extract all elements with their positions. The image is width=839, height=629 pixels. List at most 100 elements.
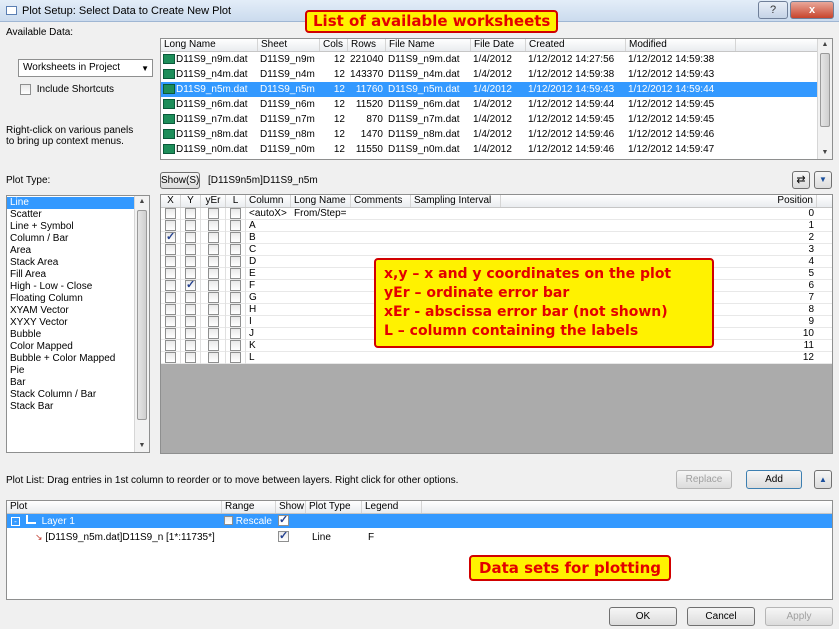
ws-header-cell[interactable]: File Date — [471, 39, 526, 51]
y-checkbox[interactable] — [185, 328, 196, 339]
rescale-checkbox[interactable] — [224, 516, 233, 526]
x-checkbox[interactable] — [165, 352, 176, 363]
y-checkbox[interactable] — [185, 256, 196, 267]
column-row[interactable]: <autoX> From/Step= 0 — [161, 207, 832, 220]
ws-header-cell[interactable]: Long Name — [161, 39, 258, 51]
plot-list-header-cell[interactable]: Show — [276, 501, 306, 513]
yer-checkbox[interactable] — [207, 352, 219, 363]
column-check-cell[interactable] — [226, 327, 246, 340]
yer-checkbox[interactable] — [207, 280, 219, 291]
yer-checkbox[interactable] — [207, 328, 219, 339]
y-checkbox[interactable] — [185, 244, 196, 255]
column-check-cell[interactable] — [201, 243, 226, 256]
column-header-cell[interactable]: yEr — [201, 195, 226, 207]
plot-type-item[interactable]: XYXY Vector — [7, 317, 149, 329]
swap-icon[interactable]: ⇄ — [792, 171, 810, 189]
column-check-cell[interactable] — [201, 231, 226, 244]
column-check-cell[interactable] — [161, 291, 181, 304]
data-source-select[interactable]: Worksheets in Project ▼ — [18, 59, 153, 77]
ws-header-cell[interactable]: Sheet — [258, 39, 320, 51]
collapse-tree-icon[interactable]: - — [11, 517, 20, 526]
column-check-cell[interactable] — [181, 231, 201, 244]
column-check-cell[interactable] — [161, 351, 181, 364]
plot-type-item[interactable]: Floating Column — [7, 293, 149, 305]
column-check-cell[interactable] — [201, 279, 226, 292]
column-check-cell[interactable] — [226, 279, 246, 292]
y-checkbox[interactable] — [185, 292, 196, 303]
l-checkbox[interactable] — [230, 316, 241, 327]
column-header-cell[interactable]: X — [161, 195, 181, 207]
y-checkbox[interactable] — [185, 304, 196, 315]
column-check-cell[interactable] — [201, 303, 226, 316]
column-check-cell[interactable] — [201, 339, 226, 352]
worksheet-list[interactable]: Long Name Sheet Cols Rows File Name File Date… — [160, 38, 833, 160]
column-check-cell[interactable] — [181, 303, 201, 316]
add-button[interactable]: Add — [746, 470, 802, 489]
plot-list-header-cell[interactable]: Plot Type — [306, 501, 362, 513]
dataset-legend[interactable]: F — [362, 532, 422, 543]
column-check-cell[interactable] — [181, 291, 201, 304]
x-checkbox[interactable] — [165, 292, 176, 303]
column-check-cell[interactable] — [161, 267, 181, 280]
column-header-cell[interactable]: Long Name — [291, 195, 351, 207]
l-checkbox[interactable] — [230, 232, 241, 243]
plot-type-item[interactable]: Pie — [7, 365, 149, 377]
l-checkbox[interactable] — [230, 340, 241, 351]
column-check-cell[interactable] — [226, 243, 246, 256]
worksheet-row[interactable]: D11S9_n9m.dat D11S9_n9m 12 221040 D11S9_n9m.… — [161, 52, 832, 67]
help-button[interactable]: ? — [758, 1, 788, 19]
column-row[interactable]: C3 — [161, 243, 832, 256]
scroll-down-icon[interactable]: ▼ — [135, 442, 149, 449]
l-checkbox[interactable] — [230, 268, 241, 279]
expand-icon[interactable]: ▼ — [814, 171, 832, 189]
ws-header-cell[interactable]: Modified — [626, 39, 736, 51]
column-check-cell[interactable] — [226, 207, 246, 220]
plot-type-item[interactable]: Column / Bar — [7, 233, 149, 245]
column-check-cell[interactable] — [226, 351, 246, 364]
layer-show-checkbox[interactable] — [278, 515, 289, 527]
plot-type-item[interactable]: Stack Bar — [7, 401, 149, 413]
y-checkbox[interactable] — [185, 220, 196, 231]
worksheet-row[interactable]: D11S9_n6m.dat D11S9_n6m 12 11520 D11S9_n6m.d… — [161, 97, 832, 112]
column-header-cell[interactable]: L — [226, 195, 246, 207]
column-check-cell[interactable] — [201, 255, 226, 268]
l-checkbox[interactable] — [230, 304, 241, 315]
yer-checkbox[interactable] — [207, 232, 219, 243]
column-header-cell[interactable]: Position — [501, 195, 817, 207]
y-checkbox[interactable] — [185, 208, 196, 219]
column-check-cell[interactable] — [201, 219, 226, 232]
column-check-cell[interactable] — [161, 339, 181, 352]
column-check-cell[interactable] — [201, 291, 226, 304]
rescale-cell[interactable]: Rescale — [222, 516, 276, 527]
ws-header-cell[interactable]: Created — [526, 39, 626, 51]
column-check-cell[interactable] — [161, 315, 181, 328]
column-check-cell[interactable] — [181, 315, 201, 328]
yer-checkbox[interactable] — [207, 244, 219, 255]
scroll-thumb[interactable] — [137, 210, 147, 420]
x-checkbox[interactable] — [165, 328, 176, 339]
column-row[interactable]: L 12 — [161, 351, 832, 364]
cancel-button[interactable]: Cancel — [687, 607, 755, 626]
l-checkbox[interactable] — [230, 328, 241, 339]
scroll-thumb[interactable] — [820, 53, 830, 127]
dataset-row[interactable]: ↘ [D11S9_n5m.dat]D11S9_n5m! B(X), F(Y) [… — [7, 528, 832, 546]
plot-type-item[interactable]: Line + Symbol — [7, 221, 149, 233]
plot-type-list[interactable]: Line Scatter Line + Symbol Column / Bar Area… — [6, 195, 150, 453]
y-checkbox[interactable] — [185, 280, 196, 291]
column-check-cell[interactable] — [161, 231, 181, 244]
l-checkbox[interactable] — [230, 280, 241, 291]
yer-checkbox[interactable] — [207, 256, 219, 267]
ws-header-cell[interactable]: Rows — [348, 39, 386, 51]
worksheet-row[interactable]: D11S9_n7m.dat D11S9_n7m 12 870 D11S9_n7m.dat… — [161, 112, 832, 127]
y-checkbox[interactable] — [185, 352, 196, 363]
column-check-cell[interactable] — [161, 219, 181, 232]
l-checkbox[interactable] — [230, 208, 241, 219]
column-check-cell[interactable] — [181, 267, 201, 280]
column-header-cell[interactable]: Y — [181, 195, 201, 207]
dataset-show-cell[interactable] — [276, 531, 306, 543]
column-check-cell[interactable] — [201, 207, 226, 220]
apply-button[interactable]: Apply — [765, 607, 833, 626]
x-checkbox[interactable] — [165, 256, 176, 267]
column-check-cell[interactable] — [161, 327, 181, 340]
column-check-cell[interactable] — [181, 243, 201, 256]
